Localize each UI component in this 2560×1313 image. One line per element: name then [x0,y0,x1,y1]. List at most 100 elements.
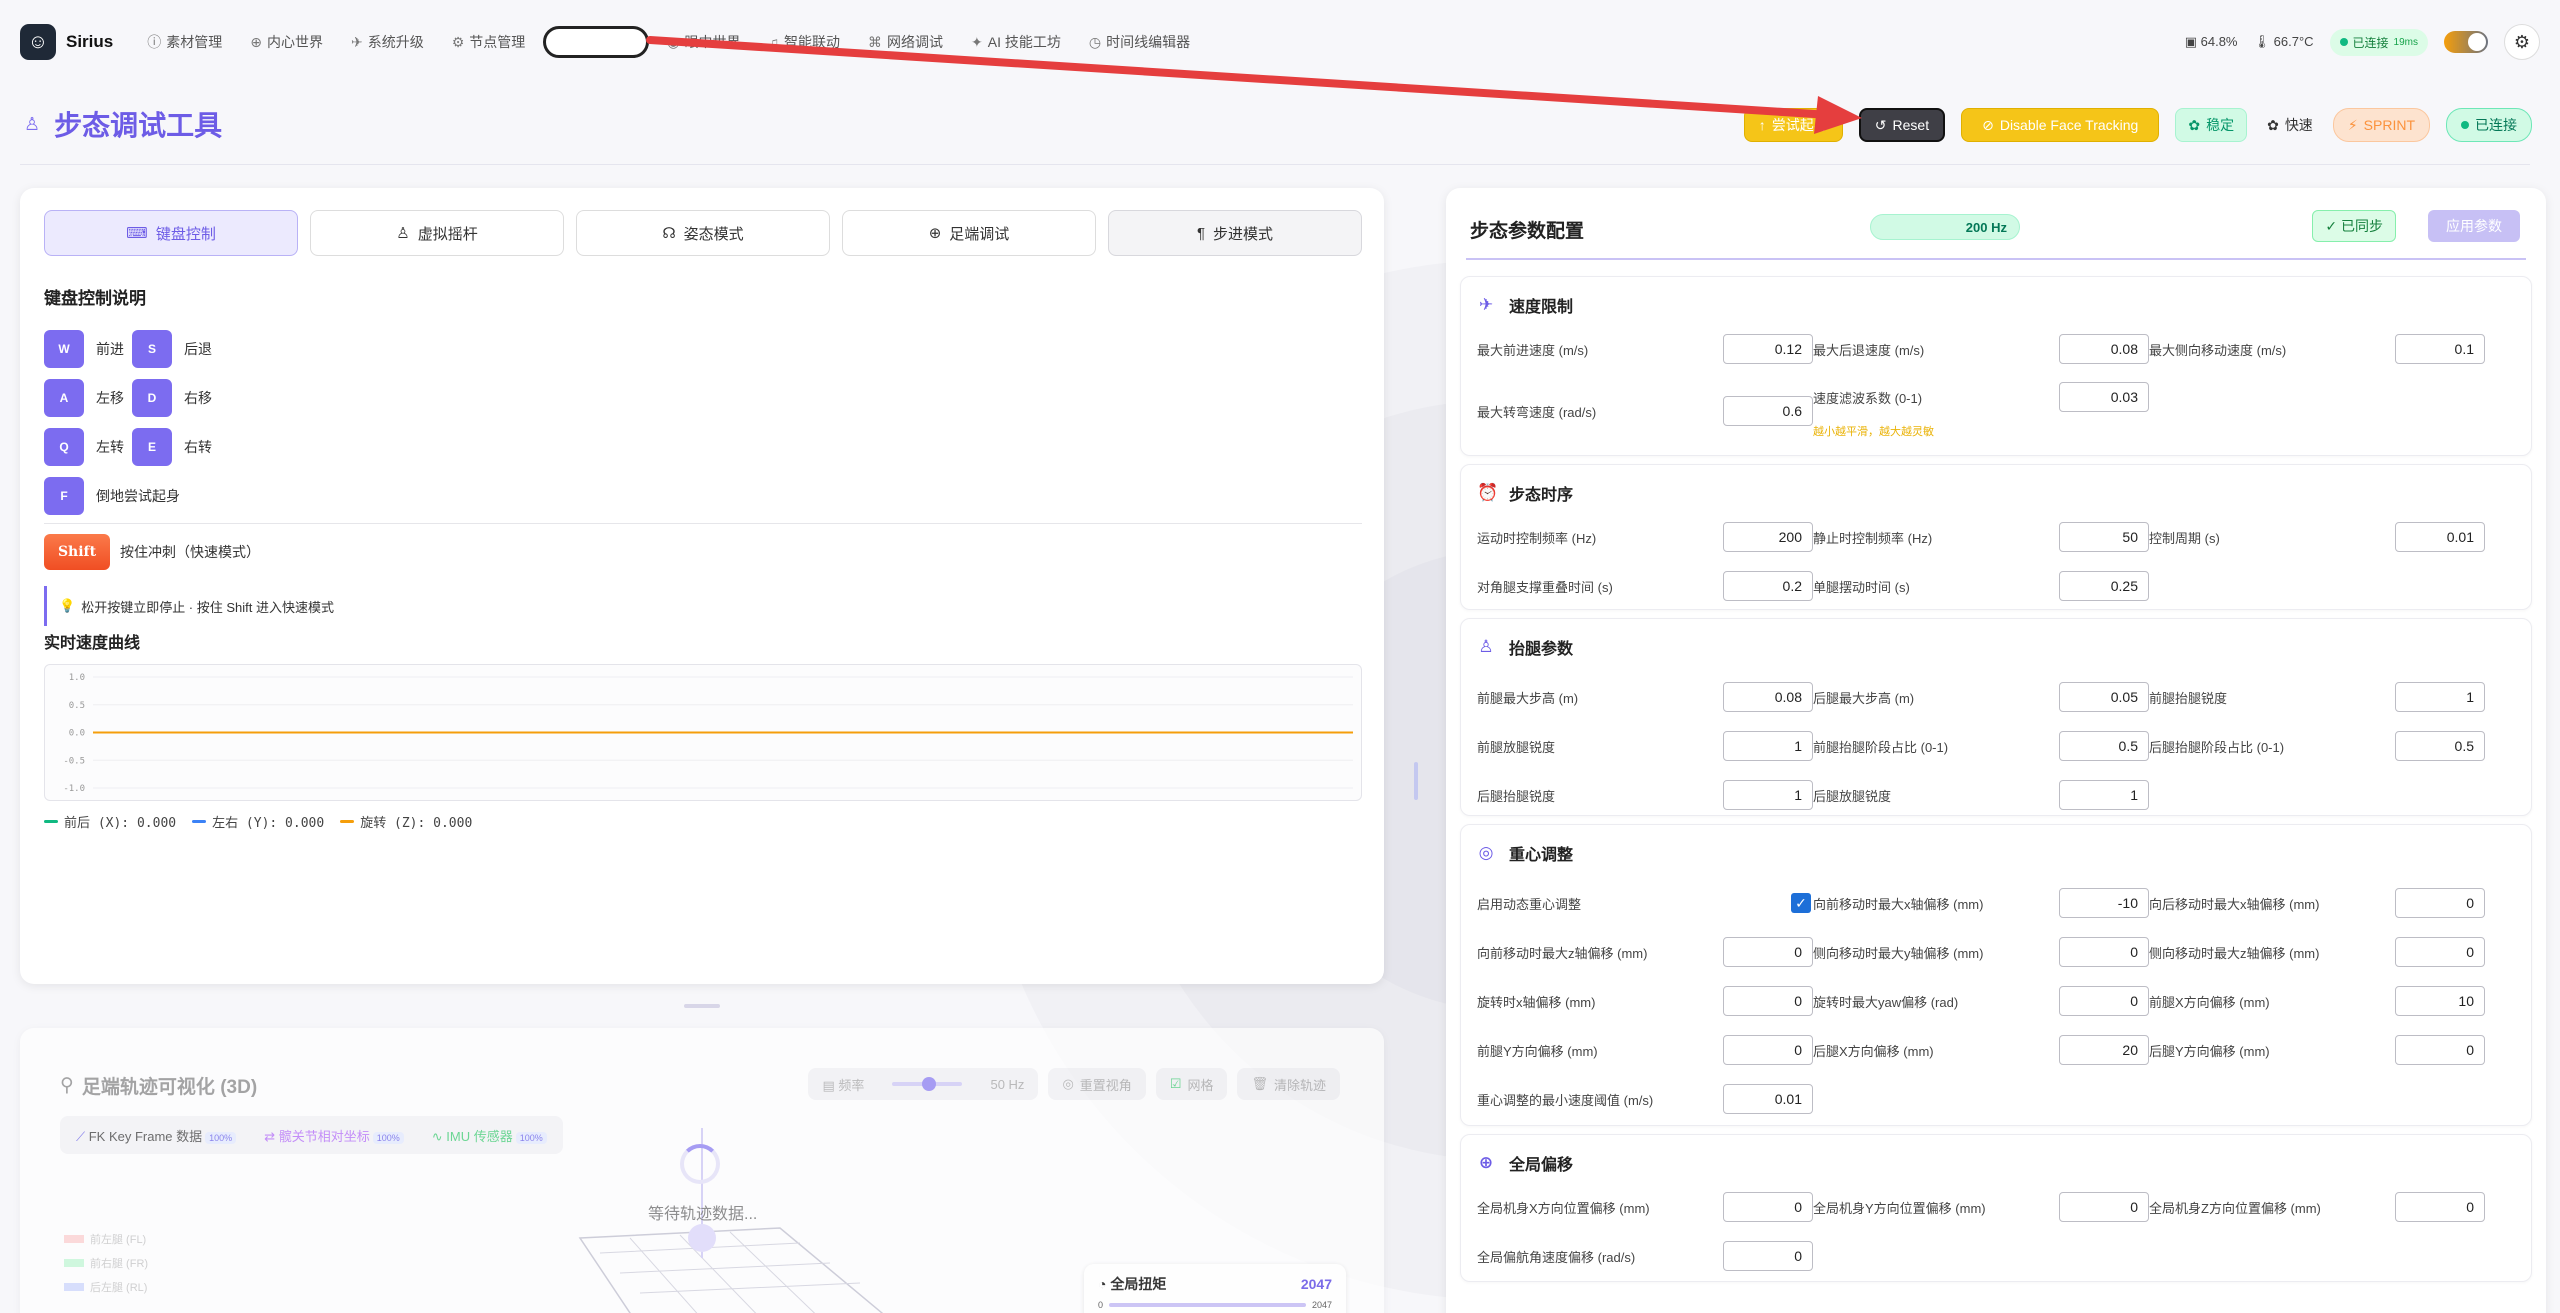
key-row: Q 左转 E 右转 [44,422,212,471]
tab-keyboard-control[interactable]: ⌨ 键盘控制 [44,210,298,256]
apply-params-button[interactable]: 应用参数 [2428,210,2520,242]
field-front-drop-sharpness: 前腿放腿锐度 1 [1477,730,1813,762]
panel-scrollbar[interactable] [1414,762,1418,800]
nav-item-system-upgrade[interactable]: ✈ 系统升级 [337,26,438,58]
reset-button[interactable]: ↺ Reset [1858,108,1946,142]
alarm-clock-icon: ⏰ [1477,483,1499,502]
keyboard-icon: ⌨ [126,225,148,242]
thermometer-icon: 🌡 [2253,34,2271,49]
paw-icon: ✿ [2267,116,2279,133]
group-leg-lift: ♙ 抬腿参数 前腿最大步高 (m) 0.08 后腿最大步高 (m) 0.05 前腿抬腿… [1460,618,2532,816]
speed-chart-title: 实时速度曲线 [44,635,141,652]
key-shift: Shift [44,534,110,570]
shift-description: 按住冲刺（快速模式） [120,544,260,560]
status-dot-icon [2461,121,2469,129]
legend-fl: 前左腿 (FL) [64,1228,148,1252]
group-speed-limits: ✈ 速度限制 最大前进速度 (m/s) 0.12 最大后退速度 (m/s) 0.08 … [1460,276,2532,456]
field-rotate-yaw-offset: 旋转时最大yaw偏移 (rad) 0 [1813,985,2149,1017]
nav-item-gait-debug[interactable] [543,26,650,58]
settings-button[interactable]: ⚙ [2504,24,2540,60]
disable-face-tracking-button[interactable]: ⊘ Disable Face Tracking [1961,108,2160,142]
key-row: A 左移 D 右移 [44,373,212,422]
connected-button[interactable]: 已连接 [2446,108,2532,142]
legend-swatch [340,820,355,823]
field-rotate-x-offset: 旋转时x轴偏移 (mm) 0 [1477,985,1813,1017]
field-diagonal-overlap: 对角腿支撑重叠时间 (s) 0.2 [1477,570,1813,602]
torque-header: ◔ 全局扭矩 2047 [1098,1274,1332,1294]
grid-floor [578,1227,884,1313]
torque-slider[interactable] [1109,1303,1306,1307]
field-front-y-offset: 前腿Y方向偏移 (mm) 0 [1477,1034,1813,1066]
key-e: E [132,427,172,466]
loading-spinner [680,1144,720,1184]
enable-cog-checkbox[interactable]: ✓ [1791,893,1811,913]
control-rate-badge: 200 Hz [1870,214,2020,240]
nav-item-smart-link[interactable]: ♫ 智能联动 [755,26,855,58]
nav-item-timeline-editor[interactable]: ◷ 时间线编辑器 [1075,26,1204,58]
clock-icon: ◷ [1088,33,1102,50]
lift-icon: ♙ [1478,637,1494,656]
field-rear-drop-sharpness: 后腿放腿锐度 1 [1813,779,2149,811]
key-s: S [132,329,172,368]
app-logo[interactable]: ☺ Sirius [20,24,113,60]
globe-icon: ⊕ [250,33,262,50]
try-getup-button[interactable]: ↑ 尝试起身 [1743,108,1843,142]
y-tick-label: 0.0 [69,729,85,739]
eye-off-icon: ⊘ [1982,116,1994,133]
top-navigation-bar: ☺ Sirius ⓘ 素材管理 ⊕ 内心世界 ✈ 系统升级 ⚙ 节点管理 ◉ 眼中世界 ♫… [20,18,2540,66]
gear-icon: ⚙ [2513,31,2531,52]
joystick-icon: ♙ [396,225,410,242]
lightbulb-icon: 💡 [59,598,76,613]
torque-title: ◔ 全局扭矩 [1098,1276,1167,1292]
field-swing-time: 单腿摆动时间 (s) 0.25 [1813,570,2149,602]
legend-swatch [192,820,207,823]
legend-item-x: 前后 (X): 0.000 [44,812,176,831]
field-rear-x-offset: 后腿X方向偏移 (mm) 20 [1813,1034,2149,1066]
header-actions: ↑ 尝试起身 ↺ Reset ⊘ Disable Face Tracking ✿ 稳定 … [1743,108,2532,142]
legend-swatch [64,1259,84,1267]
arrow-up-icon: ↑ [1758,117,1766,133]
group-title: ⏰ 步态时序 [1477,483,1574,504]
tab-posture-mode[interactable]: ☊ 姿态模式 [576,210,830,256]
legend-swatch [64,1283,84,1291]
field-lateral-z-offset: 侧向移动时最大z轴偏移 (mm) 0 [2149,936,2485,968]
field-control-period: 控制周期 (s) 0.01 [2149,521,2485,553]
field-move-freq: 运动时控制频率 (Hz) 200 [1477,521,1813,553]
pilcrow-icon: ¶ [1196,224,1206,242]
legend-item-z: 旋转 (Z): 0.000 [340,812,472,831]
nav-item-node-management[interactable]: ⚙ 节点管理 [438,26,540,58]
key-d: D [132,378,172,417]
field-max-backward-speed: 最大后退速度 (m/s) 0.08 [1813,333,2149,365]
main-nav: ⓘ 素材管理 ⊕ 内心世界 ✈ 系统升级 ⚙ 节点管理 ◉ 眼中世界 ♫ 智能联动 ⌘ 网络调… [133,26,1204,58]
target-icon: ◎ [1478,843,1494,862]
synced-button[interactable]: ✓ 已同步 [2312,210,2396,242]
stable-mode-button[interactable]: ✿ 稳定 [2175,108,2248,142]
key-row: F 倒地尝试起身 [44,471,212,520]
mode-tabs: ⌨ 键盘控制 ♙ 虚拟摇杆 ☊ 姿态模式 ⊕ 足端调试 ¶ 步进模式 [44,210,1362,256]
lightning-icon: ⚡ [2347,116,2358,133]
legend-item-y: 左右 (Y): 0.000 [192,812,324,831]
nav-item-network-debug[interactable]: ⌘ 网络调试 [854,26,957,58]
field-backward-x-offset: 向后移动时最大x轴偏移 (mm) 0 [2149,887,2485,919]
tab-virtual-joystick[interactable]: ♙ 虚拟摇杆 [310,210,564,256]
tab-step-mode[interactable]: ¶ 步进模式 [1108,210,1362,256]
field-enable-dynamic-cog: 启用动态重心调整 ✓ [1477,887,1813,919]
section-divider [44,523,1362,524]
sprint-mode-button[interactable]: ⚡ SPRINT [2332,108,2430,142]
keyboard-help-title: 键盘控制说明 [44,289,146,308]
nav-item-vision[interactable]: ◉ 眼中世界 [653,26,754,58]
gauge-icon: ◔ [1098,1276,1107,1292]
y-tick-label: -1.0 [63,784,85,794]
resize-handle[interactable] [684,1004,720,1008]
eye-icon: ◉ [667,33,680,50]
globe-icon: ⊕ [928,225,942,242]
nav-item-inner-world[interactable]: ⊕ 内心世界 [236,26,337,58]
grid-lines [599,1231,861,1313]
nav-item-ai-skills[interactable]: ✦ AI 技能工坊 [957,26,1075,58]
field-rear-lift-sharpness: 后腿抬腿锐度 1 [1477,779,1813,811]
theme-toggle[interactable] [2444,31,2488,53]
key-f: F [44,476,84,515]
fast-mode-button[interactable]: ✿ 快速 [2263,108,2317,142]
tab-foot-debug[interactable]: ⊕ 足端调试 [842,210,1096,256]
nav-item-assets[interactable]: ⓘ 素材管理 [133,26,236,58]
